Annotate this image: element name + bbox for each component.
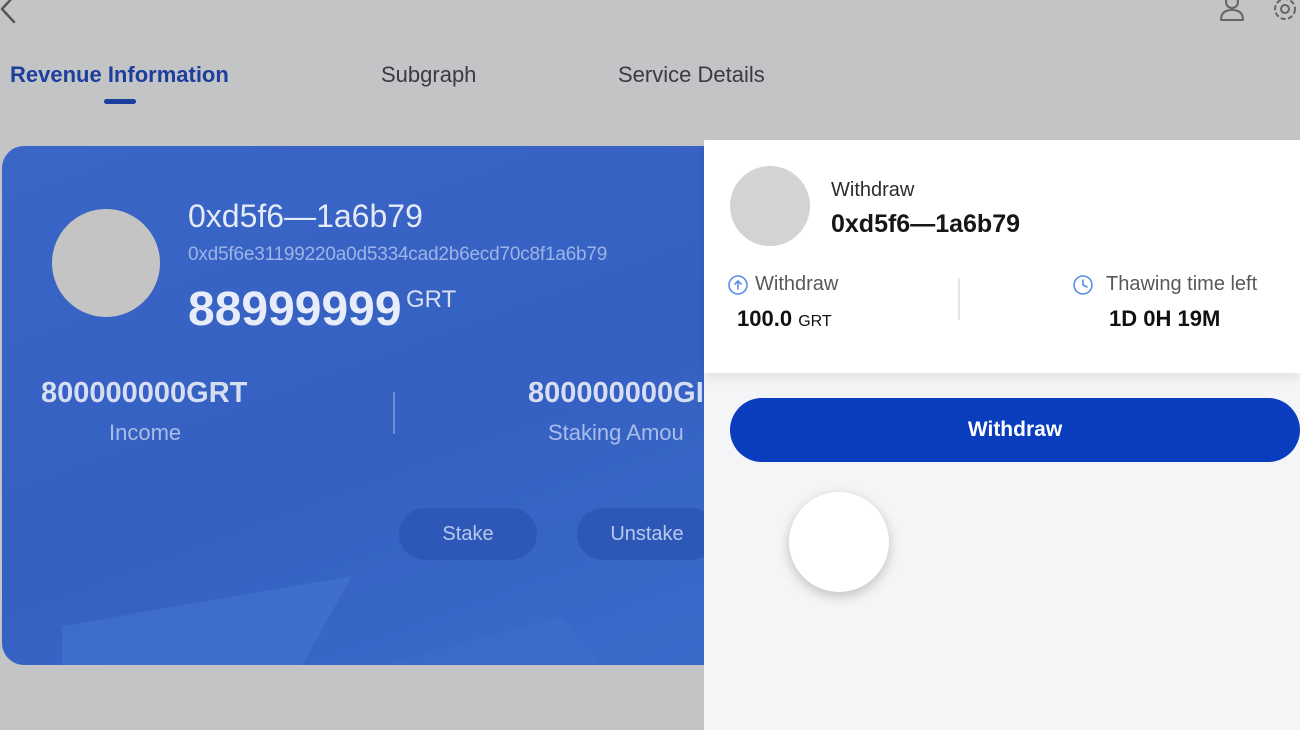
info-divider: [958, 278, 960, 320]
withdraw-amount-value: 100.0 GRT: [737, 306, 832, 332]
touch-indicator: [789, 492, 889, 592]
staking-amount-label: Staking Amou: [548, 420, 684, 445]
unstake-button[interactable]: Unstake: [577, 508, 717, 560]
avatar: [730, 166, 810, 246]
back-icon[interactable]: [0, 0, 20, 26]
income-value: 800000000GRT: [41, 377, 248, 409]
withdraw-panel: Withdraw 0xd5f6—1a6b79 Withdraw 100.0 GR…: [704, 140, 1300, 730]
withdraw-summary: Withdraw 0xd5f6—1a6b79 Withdraw 100.0 GR…: [704, 140, 1300, 373]
avatar: [52, 209, 160, 317]
thawing-time-value: 1D 0H 19M: [1109, 306, 1221, 331]
stat-divider: [393, 392, 395, 434]
active-tab-indicator: [104, 99, 136, 104]
tab-service-details[interactable]: Service Details: [618, 62, 765, 88]
total-amount-unit: GRT: [406, 286, 457, 313]
short-address: 0xd5f6—1a6b79: [188, 198, 423, 234]
total-amount: 88999999: [188, 283, 402, 336]
thawing-time-label: Thawing time left: [1106, 273, 1258, 295]
panel-address: 0xd5f6—1a6b79: [831, 210, 1021, 238]
panel-title: Withdraw: [831, 179, 915, 201]
user-icon[interactable]: [1218, 0, 1246, 22]
withdraw-amount-unit: GRT: [798, 313, 832, 330]
tab-subgraph[interactable]: Subgraph: [381, 62, 476, 88]
stake-button[interactable]: Stake: [399, 508, 537, 560]
revenue-card: 0xd5f6—1a6b79 0xd5f6e31199220a0d5334cad2…: [2, 146, 762, 665]
full-address: 0xd5f6e31199220a0d5334cad2b6ecd70c8f1a6b…: [188, 244, 608, 265]
upload-circle-icon: [728, 275, 748, 295]
tab-revenue-information[interactable]: Revenue Information: [10, 62, 229, 88]
clock-icon: [1073, 275, 1093, 295]
withdraw-amount-number: 100.0: [737, 306, 793, 331]
withdraw-amount-label: Withdraw: [755, 273, 839, 295]
withdraw-button[interactable]: Withdraw: [730, 398, 1300, 462]
gear-icon[interactable]: [1270, 0, 1300, 24]
income-label: Income: [109, 420, 182, 445]
staking-amount-value: 800000000GI: [528, 377, 704, 409]
